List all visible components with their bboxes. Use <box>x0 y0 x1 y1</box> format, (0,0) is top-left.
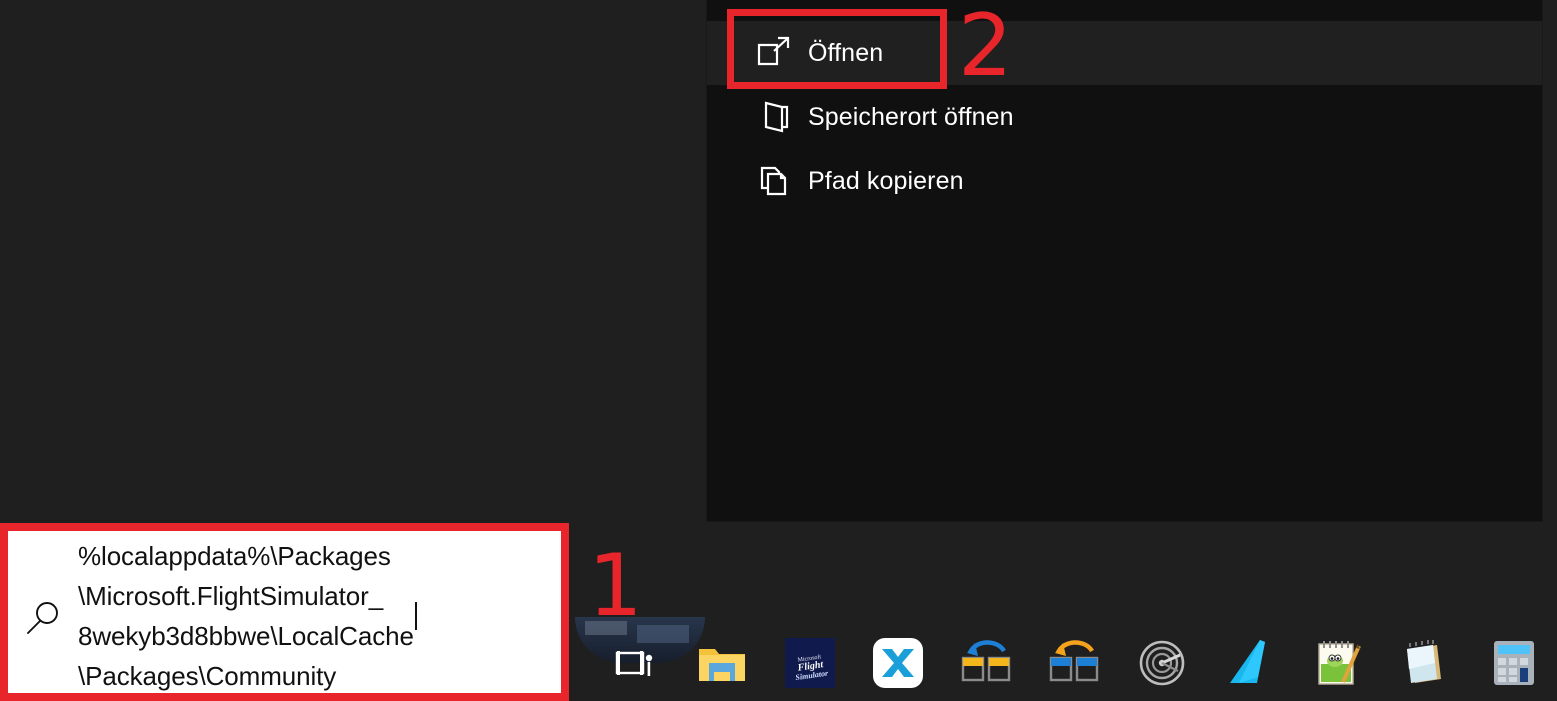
taskbar-icon-list: Microsoft Flight Simulator <box>590 625 1557 701</box>
backup-restore-icon[interactable] <box>942 625 1030 701</box>
task-view-icon[interactable] <box>590 625 678 701</box>
tail-fin-icon[interactable] <box>1206 625 1294 701</box>
copy-path-icon <box>752 159 796 203</box>
calculator-icon[interactable] <box>1470 625 1557 701</box>
backup-orange-icon[interactable] <box>1030 625 1118 701</box>
search-input-value[interactable]: %localappdata%\Packages \Microsoft.Fligh… <box>78 536 414 696</box>
taskbar-search-box[interactable]: %localappdata%\Packages \Microsoft.Fligh… <box>8 531 561 701</box>
text-caret <box>414 602 417 630</box>
context-menu-item-label: Öffnen <box>808 38 884 67</box>
paint-notepad-icon[interactable] <box>1294 625 1382 701</box>
context-menu-item-copy-path[interactable]: Pfad kopieren <box>707 149 1542 213</box>
context-menu-item-open[interactable]: Öffnen <box>707 21 1542 85</box>
context-menu-panel: Öffnen Speicherort öffnen Pfad kopieren <box>707 0 1542 521</box>
context-menu-item-open-file-location[interactable]: Speicherort öffnen <box>707 85 1542 149</box>
context-menu-item-label: Pfad kopieren <box>808 166 964 195</box>
radar-icon[interactable] <box>1118 625 1206 701</box>
file-explorer-icon[interactable] <box>678 625 766 701</box>
flight-simulator-icon[interactable]: Microsoft Flight Simulator <box>766 625 854 701</box>
open-file-location-icon <box>752 95 796 139</box>
search-icon <box>8 598 78 640</box>
notepad-icon[interactable] <box>1382 625 1470 701</box>
xsplit-icon[interactable] <box>854 625 942 701</box>
open-external-icon <box>752 31 796 75</box>
context-menu-item-label: Speicherort öffnen <box>808 102 1014 131</box>
